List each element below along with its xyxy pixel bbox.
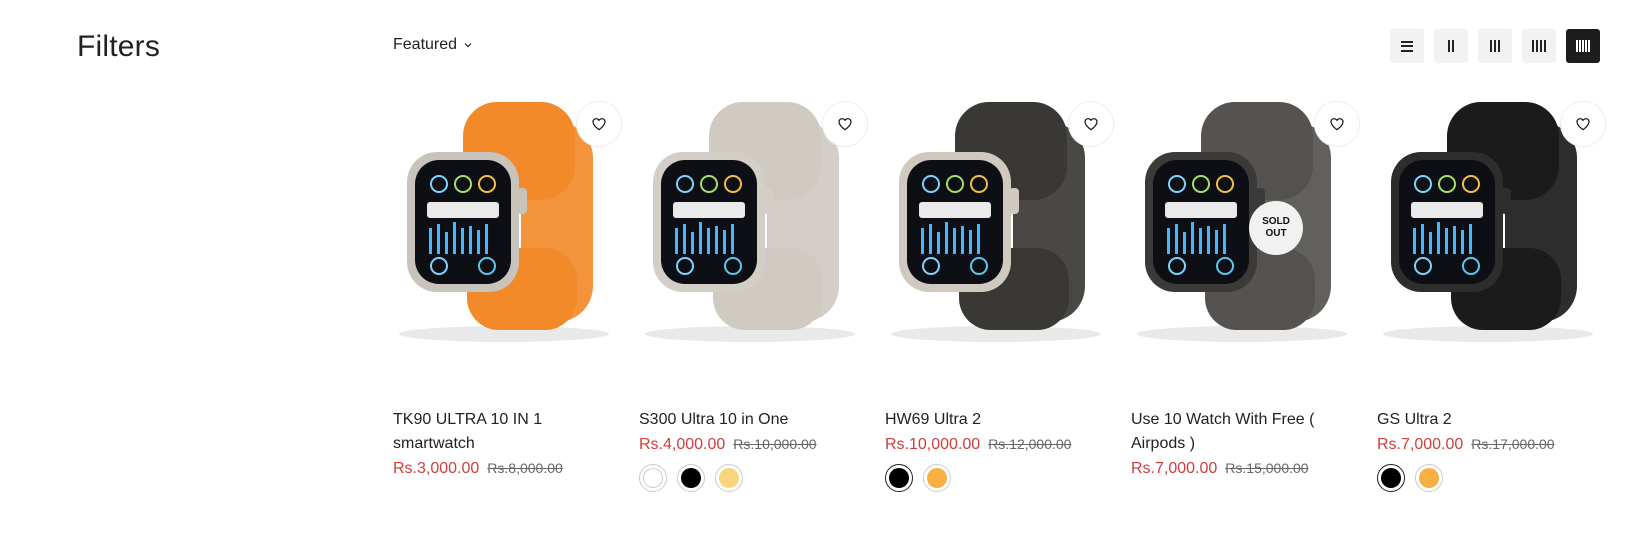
layout-4-columns-button[interactable] — [1522, 29, 1556, 63]
sale-price: Rs.7,000.00 — [1377, 436, 1464, 453]
color-swatch[interactable] — [639, 464, 667, 492]
product-title[interactable]: HW69 Ultra 2 — [885, 408, 1107, 432]
color-swatches — [1377, 464, 1599, 492]
four-columns-icon — [1532, 40, 1546, 52]
layout-2-columns-button[interactable] — [1434, 29, 1468, 63]
product-card[interactable]: TK90 ULTRA 10 IN 1 smartwatch Rs.3,000.00… — [393, 98, 621, 492]
wishlist-button[interactable] — [823, 102, 867, 146]
color-swatch[interactable] — [885, 464, 913, 492]
heart-icon — [1575, 116, 1591, 132]
wishlist-button[interactable] — [1315, 102, 1359, 146]
layout-switcher — [1390, 29, 1600, 63]
swatch-color-dot — [643, 468, 663, 488]
product-media[interactable]: SOLD OUT — [1131, 98, 1359, 368]
sold-out-badge: SOLD OUT — [1249, 201, 1303, 255]
sale-price: Rs.7,000.00 — [1131, 460, 1218, 477]
product-media[interactable] — [639, 98, 867, 368]
swatch-color-dot — [889, 468, 909, 488]
compare-price: Rs.17,000.00 — [1471, 436, 1555, 452]
layout-3-columns-button[interactable] — [1478, 29, 1512, 63]
product-card[interactable]: HW69 Ultra 2 Rs.10,000.00 Rs.12,000.00 — [885, 98, 1113, 492]
product-media[interactable] — [885, 98, 1113, 368]
sort-dropdown[interactable]: Featured — [393, 36, 473, 54]
product-grid: TK90 ULTRA 10 IN 1 smartwatch Rs.3,000.00… — [393, 98, 1605, 492]
swatch-color-dot — [719, 468, 739, 488]
heart-icon — [1329, 116, 1345, 132]
chevron-down-icon — [464, 43, 472, 48]
color-swatch[interactable] — [715, 464, 743, 492]
heart-icon — [591, 116, 607, 132]
color-swatch[interactable] — [923, 464, 951, 492]
sort-label: Featured — [393, 36, 458, 53]
product-price: Rs.4,000.00 Rs.10,000.00 — [639, 436, 861, 454]
compare-price: Rs.10,000.00 — [733, 436, 817, 452]
sale-price: Rs.3,000.00 — [393, 460, 480, 477]
product-price: Rs.3,000.00 Rs.8,000.00 — [393, 460, 615, 478]
color-swatch[interactable] — [1415, 464, 1443, 492]
product-title[interactable]: TK90 ULTRA 10 IN 1 smartwatch — [393, 408, 615, 456]
product-price: Rs.7,000.00 Rs.17,000.00 — [1377, 436, 1599, 454]
five-columns-icon — [1576, 40, 1590, 52]
sale-price: Rs.4,000.00 — [639, 436, 726, 453]
three-columns-icon — [1490, 40, 1500, 52]
compare-price: Rs.8,000.00 — [487, 460, 563, 476]
heart-icon — [1083, 116, 1099, 132]
color-swatches — [885, 464, 1107, 492]
wishlist-button[interactable] — [1069, 102, 1113, 146]
layout-5-columns-button[interactable] — [1566, 29, 1600, 63]
product-card[interactable]: SOLD OUT Use 10 Watch With Free ( Airpods … — [1131, 98, 1359, 492]
product-title[interactable]: Use 10 Watch With Free ( Airpods ) — [1131, 408, 1353, 456]
two-columns-icon — [1448, 40, 1454, 52]
swatch-color-dot — [927, 468, 947, 488]
product-price: Rs.7,000.00 Rs.15,000.00 — [1131, 460, 1353, 478]
list-view-icon — [1401, 40, 1413, 52]
product-media[interactable] — [393, 98, 621, 368]
product-media[interactable] — [1377, 98, 1605, 368]
compare-price: Rs.12,000.00 — [988, 436, 1072, 452]
color-swatch[interactable] — [1377, 464, 1405, 492]
wishlist-button[interactable] — [1561, 102, 1605, 146]
layout-list-button[interactable] — [1390, 29, 1424, 63]
swatch-color-dot — [681, 468, 701, 488]
product-title[interactable]: GS Ultra 2 — [1377, 408, 1599, 432]
color-swatch[interactable] — [677, 464, 705, 492]
filters-heading: Filters — [77, 30, 161, 63]
wishlist-button[interactable] — [577, 102, 621, 146]
product-card[interactable]: S300 Ultra 10 in One Rs.4,000.00 Rs.10,000… — [639, 98, 867, 492]
swatch-color-dot — [1419, 468, 1439, 488]
product-card[interactable]: GS Ultra 2 Rs.7,000.00 Rs.17,000.00 — [1377, 98, 1605, 492]
swatch-color-dot — [1381, 468, 1401, 488]
compare-price: Rs.15,000.00 — [1225, 460, 1309, 476]
product-title[interactable]: S300 Ultra 10 in One — [639, 408, 861, 432]
product-price: Rs.10,000.00 Rs.12,000.00 — [885, 436, 1107, 454]
heart-icon — [837, 116, 853, 132]
color-swatches — [639, 464, 861, 492]
sale-price: Rs.10,000.00 — [885, 436, 981, 453]
